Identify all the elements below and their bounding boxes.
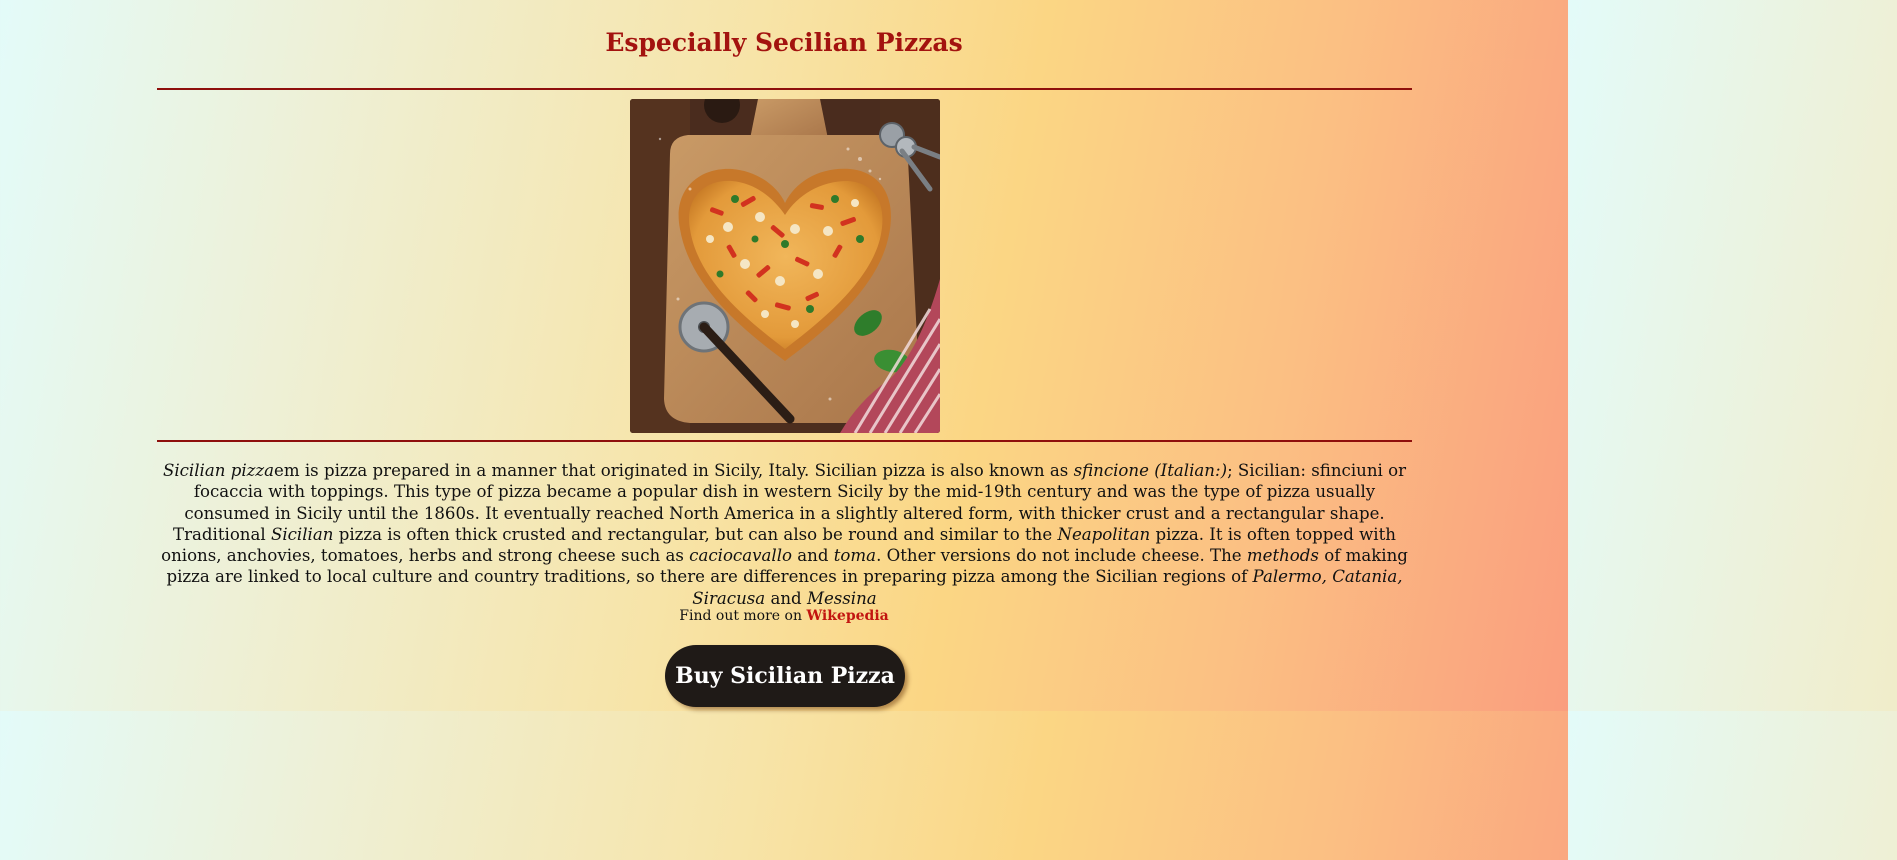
page-title: Especially Secilian Pizzas [605, 28, 963, 57]
text-em: Neapolitan [1057, 524, 1151, 544]
description-paragraph: Sicilian pizzaem is pizza prepared in a … [157, 460, 1412, 609]
heart-shaped-pizza-photo-icon [630, 99, 940, 433]
text: em is pizza prepared in a manner that or… [274, 461, 1074, 480]
wikipedia-link[interactable]: Wikepedia [806, 608, 888, 624]
text-em: Messina [806, 588, 877, 608]
buy-sicilian-pizza-button[interactable]: Buy Sicilian Pizza [665, 645, 905, 707]
find-more-prefix: Find out more on [679, 608, 807, 624]
text: pizza is often thick crusted and rectang… [333, 524, 1058, 544]
text-em: methods [1246, 546, 1319, 566]
text-em: caciocavallo [689, 546, 792, 566]
text-em: Sicilian pizza [162, 461, 275, 480]
text-em: sfincione (Italian:) [1073, 461, 1228, 480]
find-more-line: Find out more on Wikepedia [0, 606, 1568, 626]
text: . Other versions do not include cheese. … [876, 546, 1247, 566]
bottom-divider [157, 440, 1412, 442]
pizza-photo [630, 99, 940, 433]
text-em: toma [833, 546, 877, 566]
text-em: Sicilian [270, 524, 334, 544]
top-divider [157, 88, 1412, 90]
text: and [765, 588, 807, 608]
text: and [792, 546, 834, 566]
